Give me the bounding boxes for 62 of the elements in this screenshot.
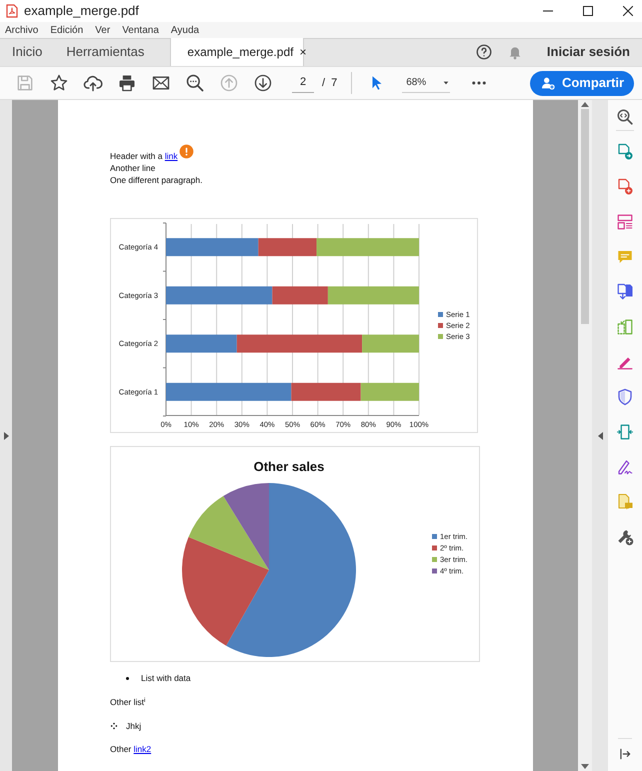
tab[interactable]: example_merge.pdf × [170, 38, 304, 66]
exclamation-badge-icon[interactable] [178, 144, 194, 159]
menu-item[interactable]: Edición [50, 22, 84, 38]
document-arrow-icon[interactable] [616, 143, 634, 161]
page-number-field[interactable]: 2 [292, 73, 314, 93]
bar [360, 382, 419, 401]
menu-item[interactable]: Ayuda [170, 22, 200, 38]
scroll-down-icon[interactable] [581, 764, 589, 769]
caret-icon [442, 78, 450, 86]
chart-title: Other sales [254, 459, 324, 474]
list-item-text: List with data [141, 672, 191, 685]
legend-swatch [432, 557, 437, 562]
maximize-icon[interactable] [583, 6, 593, 16]
expand-panel-icon[interactable] [4, 432, 8, 440]
star-icon[interactable] [49, 73, 69, 93]
tab[interactable]: Herramientas [54, 38, 156, 66]
menu-item[interactable]: Ventana [122, 22, 159, 38]
tab[interactable]: Inicio [0, 38, 54, 66]
add-user-icon [540, 75, 556, 91]
legend-swatch [438, 312, 443, 317]
pdf-file-icon [6, 4, 18, 18]
window-title: example_merge.pdf [24, 2, 139, 20]
magnifier-icon[interactable] [185, 73, 205, 93]
diamond-bullet-icon [110, 722, 118, 730]
legend-swatch [438, 323, 443, 328]
document-arrows-icon[interactable] [616, 423, 634, 441]
document-text: One different paragraph. [110, 174, 202, 186]
legend-swatch [438, 334, 443, 339]
page-separator: / [322, 76, 326, 91]
link[interactable]: link [164, 151, 178, 161]
collapse-panel-icon[interactable] [598, 432, 602, 440]
signature-icon[interactable] [616, 458, 634, 476]
close-tab-icon[interactable]: × [299, 43, 306, 61]
document-plus-icon[interactable] [616, 178, 634, 196]
scrollbar-thumb[interactable] [581, 109, 589, 324]
wrench-plus-icon[interactable] [616, 528, 634, 546]
legend-swatch [432, 568, 437, 574]
menu-item[interactable]: Ver [95, 22, 110, 38]
magnifier-icon[interactable] [616, 108, 634, 126]
page-count: 7 [331, 76, 338, 91]
documents-arrow-icon[interactable] [616, 283, 634, 301]
bullet-icon [126, 676, 129, 680]
layout-icon[interactable] [616, 213, 634, 231]
document-text: Other list$^{i}$ [110, 696, 146, 708]
printer-icon[interactable] [117, 73, 137, 93]
shield-icon[interactable] [616, 388, 634, 406]
help-icon[interactable] [474, 43, 493, 61]
document-text: Another line [110, 162, 156, 174]
legend-swatch [432, 534, 437, 539]
close-icon[interactable] [623, 6, 633, 16]
collapse-sidebar-icon[interactable] [618, 747, 632, 761]
link[interactable]: link2 [134, 744, 152, 754]
menu-item[interactable]: Archivo [5, 22, 38, 38]
zoom-dropdown[interactable]: 68% [402, 73, 450, 93]
sign-in-link[interactable]: Iniciar sesión [546, 42, 630, 62]
legend-swatch [432, 546, 437, 550]
list-item-text: Jhkj [126, 720, 142, 732]
scroll-up-icon[interactable] [581, 102, 589, 107]
share-button[interactable]: Compartir [530, 70, 634, 96]
document-text: Other link2 [110, 743, 152, 756]
cloud-upload-icon[interactable] [83, 73, 103, 93]
document-text: Header with a link [110, 150, 178, 162]
